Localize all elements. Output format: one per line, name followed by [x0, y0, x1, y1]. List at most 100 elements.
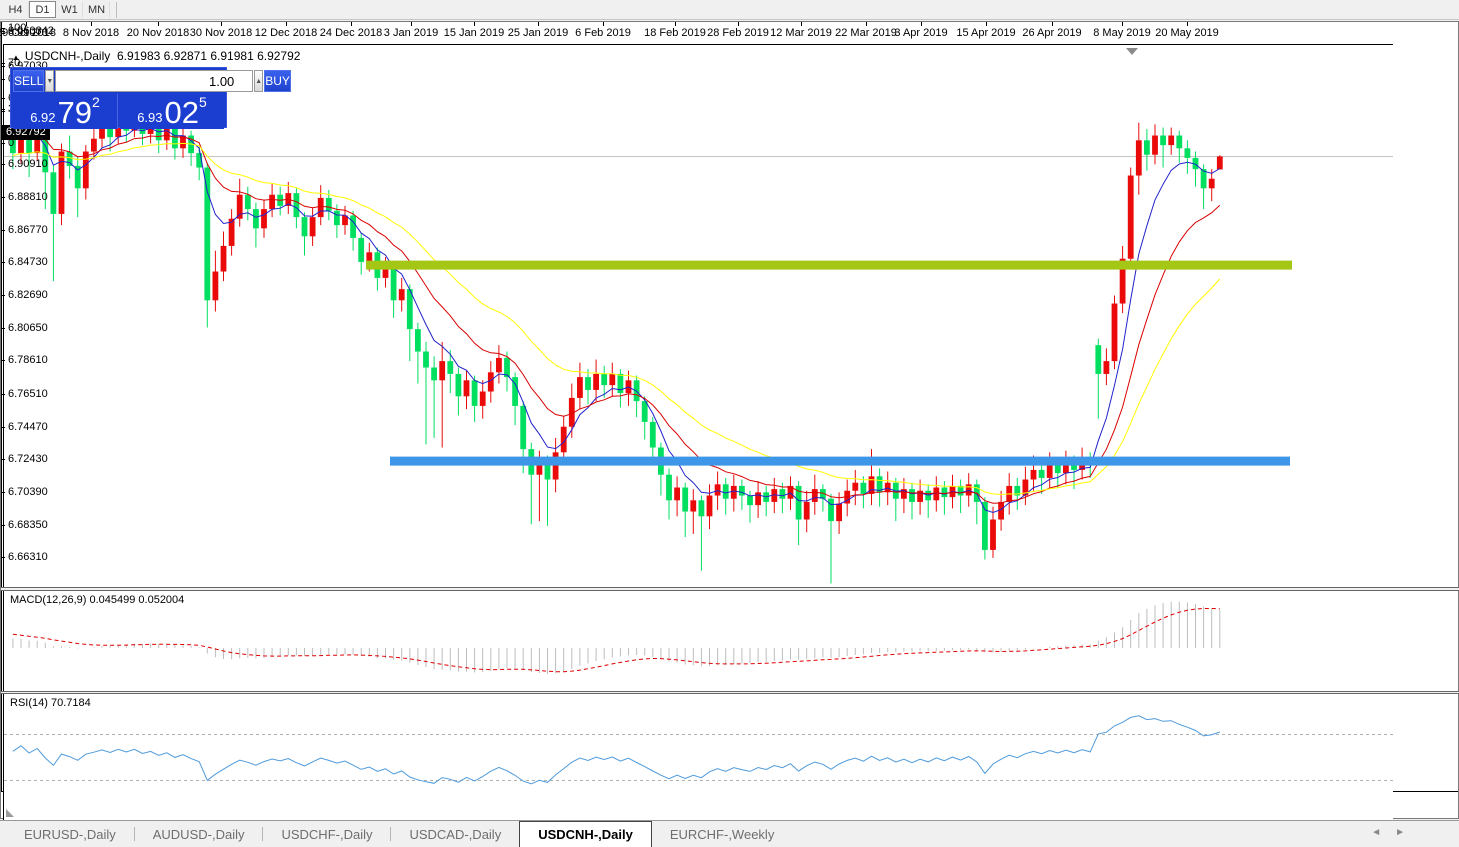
- buy-button[interactable]: BUY: [264, 70, 291, 92]
- price-axis-tick: [1, 295, 5, 297]
- price-axis-label: 6.74470: [8, 420, 48, 433]
- price-axis-tick: [1, 491, 5, 493]
- volume-input[interactable]: [55, 70, 254, 92]
- volume-increase-button[interactable]: ▲: [254, 70, 264, 92]
- date-axis-tick: [1187, 22, 1188, 26]
- date-axis-label: 15 Apr 2019: [956, 27, 1016, 39]
- sell-button[interactable]: SELL: [13, 70, 45, 92]
- macd-panel[interactable]: MACD(12,26,9) 0.045499 0.052004: [3, 591, 1393, 691]
- tab-usdcnh-daily[interactable]: USDCNH-,Daily: [519, 821, 652, 847]
- chart-tab-bar: EURUSD-,Daily AUDUSD-,Daily USDCHF-,Daily U…: [0, 820, 1459, 847]
- chart-title: ▲ USDCNH-,Daily 6.91983 6.92871 6.91981 6…: [12, 49, 300, 63]
- tab-usdchf-daily[interactable]: USDCHF-,Daily: [263, 821, 390, 847]
- date-axis-tick: [158, 22, 159, 26]
- date-axis-tick: [1122, 22, 1123, 26]
- tab-scroll-left-icon[interactable]: ◄: [1371, 827, 1395, 838]
- date-axis-label: 8 May 2019: [1093, 27, 1151, 39]
- candles-layer: [10, 103, 1223, 584]
- tab-eurchf-weekly[interactable]: EURCHF-,Weekly: [652, 821, 793, 847]
- date-axis-tick: [921, 22, 922, 26]
- macd-histogram: [12, 601, 1221, 675]
- rsi-label: RSI(14) 70.7184: [10, 697, 91, 709]
- ma-line: [12, 127, 1221, 514]
- timeframe-button-w1[interactable]: W1: [56, 1, 83, 18]
- collapse-panel-icon[interactable]: ▲: [12, 53, 20, 62]
- horizontal-level-line: [366, 260, 1292, 270]
- sell-price-button[interactable]: 6.92 79 2: [13, 94, 118, 129]
- date-axis-tick: [1052, 22, 1053, 26]
- volume-decrease-button[interactable]: ▼: [45, 70, 55, 92]
- date-axis-label: 8 Nov 2018: [62, 27, 120, 39]
- price-axis-tick: [1, 393, 5, 395]
- date-axis-label: 26 Apr 2019: [1022, 27, 1082, 39]
- toolbar-separator: [116, 1, 117, 18]
- date-axis-label: 29 Oct 2018: [0, 27, 56, 39]
- buy-price-prefix: 6.93: [137, 110, 163, 125]
- tab-audusd-daily[interactable]: AUDUSD-,Daily: [135, 821, 263, 847]
- tab-eurusd-daily[interactable]: EURUSD-,Daily: [6, 821, 134, 847]
- date-axis-tick: [603, 22, 604, 26]
- date-axis-label: 22 Mar 2019: [835, 27, 897, 39]
- date-axis-label: 18 Feb 2019: [644, 27, 706, 39]
- date-axis-tick: [411, 22, 412, 26]
- chart-window: ▲ USDCNH-,Daily 6.91983 6.92871 6.91981 6…: [0, 21, 1459, 820]
- price-axis-label: 6.82690: [8, 289, 48, 302]
- one-click-trading-panel: SELL ▼ ▲ BUY 6.92 79 2 6.93 02 5: [10, 67, 291, 129]
- rsi-line: [12, 715, 1220, 785]
- sell-price-big-digits: 79: [57, 95, 92, 130]
- date-axis-tick: [866, 22, 867, 26]
- date-axis-label: 3 Jan 2019: [383, 27, 439, 39]
- date-axis-tick: [738, 22, 739, 26]
- macd-signal-line: [12, 608, 1220, 673]
- price-axis-label: 6.68350: [8, 518, 48, 531]
- tab-usdcad-daily[interactable]: USDCAD-,Daily: [391, 821, 519, 847]
- date-axis-tick: [91, 22, 92, 26]
- date-axis-tick: [675, 22, 676, 26]
- price-axis-label: 6.80650: [8, 321, 48, 334]
- buy-price-big-digits: 02: [164, 95, 199, 130]
- ma-line: [12, 131, 1221, 504]
- date-axis-tick: [986, 22, 987, 26]
- buy-price-button[interactable]: 6.93 02 5: [120, 94, 224, 129]
- price-axis-tick: [1, 197, 5, 199]
- price-axis-tick: [1, 262, 5, 264]
- price-axis-label: 6.70390: [8, 485, 48, 498]
- chart-symbol-period: USDCNH-,Daily: [24, 49, 111, 63]
- sell-price-pip-digit: 2: [92, 94, 100, 110]
- macd-label: MACD(12,26,9) 0.045499 0.052004: [10, 594, 185, 606]
- date-axis-label: 3 Apr 2019: [894, 27, 948, 39]
- horizontal-level-line: [390, 456, 1290, 466]
- date-axis-tick: [351, 22, 352, 26]
- price-axis-label: 6.66310: [8, 551, 48, 564]
- price-axis-label: 6.78610: [8, 354, 48, 367]
- price-axis-tick: [1, 459, 5, 461]
- ma-line: [12, 142, 1221, 496]
- price-axis-label: 6.86770: [8, 223, 48, 236]
- rsi-panel[interactable]: RSI(14) 70.7184: [3, 694, 1393, 820]
- price-axis-label: 6.88810: [8, 191, 48, 204]
- price-axis-tick: [1, 557, 5, 559]
- timeframe-button-d1[interactable]: D1: [29, 1, 56, 18]
- price-axis-tick: [1, 524, 5, 526]
- date-axis-label: 15 Jan 2019: [443, 27, 505, 39]
- rsi-canvas: [4, 715, 1393, 785]
- date-axis-tick: [221, 22, 222, 26]
- date-axis-label: 20 Nov 2018: [126, 27, 190, 39]
- date-axis-tick: [538, 22, 539, 26]
- timeframe-button-mn[interactable]: MN: [83, 1, 110, 18]
- tab-scroll-right-icon[interactable]: ►: [1395, 827, 1419, 838]
- tab-scroll-arrows[interactable]: ◄►: [1371, 827, 1419, 838]
- timeframe-button-h4[interactable]: H4: [2, 1, 29, 18]
- price-axis-label: 6.72430: [8, 453, 48, 466]
- date-axis-label: 12 Dec 2018: [254, 27, 318, 39]
- date-axis-tick: [26, 22, 27, 26]
- price-axis-label: 6.76510: [8, 387, 48, 400]
- main-chart-panel[interactable]: ▲ USDCNH-,Daily 6.91983 6.92871 6.91981 6…: [3, 44, 1393, 587]
- panel-resize-grip[interactable]: [6, 809, 14, 817]
- timeframe-toolbar: H4 D1 W1 MN: [0, 0, 1459, 20]
- chart-ohlc-values: 6.91983 6.92871 6.91981 6.92792: [116, 49, 301, 63]
- price-axis-tick: [1, 163, 5, 165]
- date-axis-tick: [286, 22, 287, 26]
- price-axis-label: 6.90910: [8, 157, 48, 170]
- buy-price-pip-digit: 5: [199, 94, 207, 110]
